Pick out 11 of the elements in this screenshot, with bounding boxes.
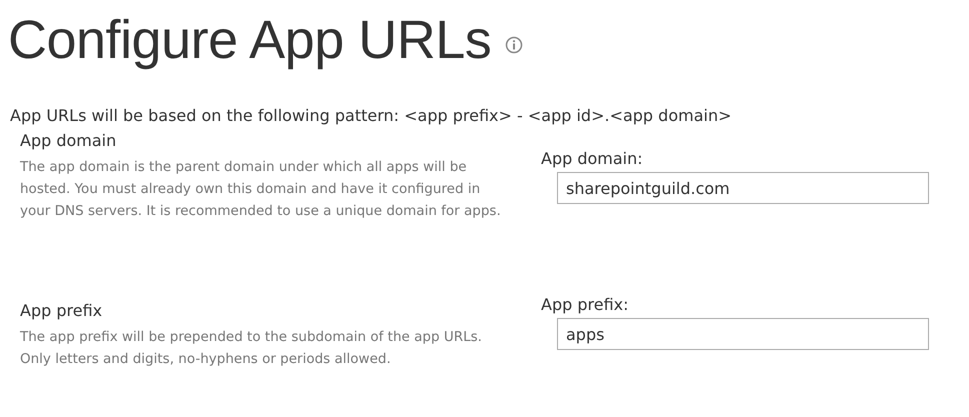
- section-heading: App domain: [20, 131, 116, 150]
- section-description: The app domain is the parent domain under which all apps will be hosted. You must already own this domain and have it configured in your DNS servers. It is recommended to use a unique domain for apps.: [20, 158, 502, 221]
- page-title: Configure App URLs: [8, 9, 492, 71]
- field-label: App domain:: [541, 149, 643, 168]
- field-label: App prefix:: [541, 295, 629, 314]
- pattern-text: App URLs will be based on the following pattern: <app prefix> - <app id>.<app domain>: [10, 106, 732, 125]
- info-icon[interactable]: [505, 36, 524, 54]
- section-heading: App prefix: [20, 301, 102, 320]
- text-field[interactable]: sharepointguild.com: [557, 172, 929, 204]
- section-description: The app prefix will be prepended to the subdomain of the app URLs. Only letters and digits, no-hyphens or periods allowed.: [20, 328, 483, 369]
- text-field[interactable]: apps: [557, 318, 929, 350]
